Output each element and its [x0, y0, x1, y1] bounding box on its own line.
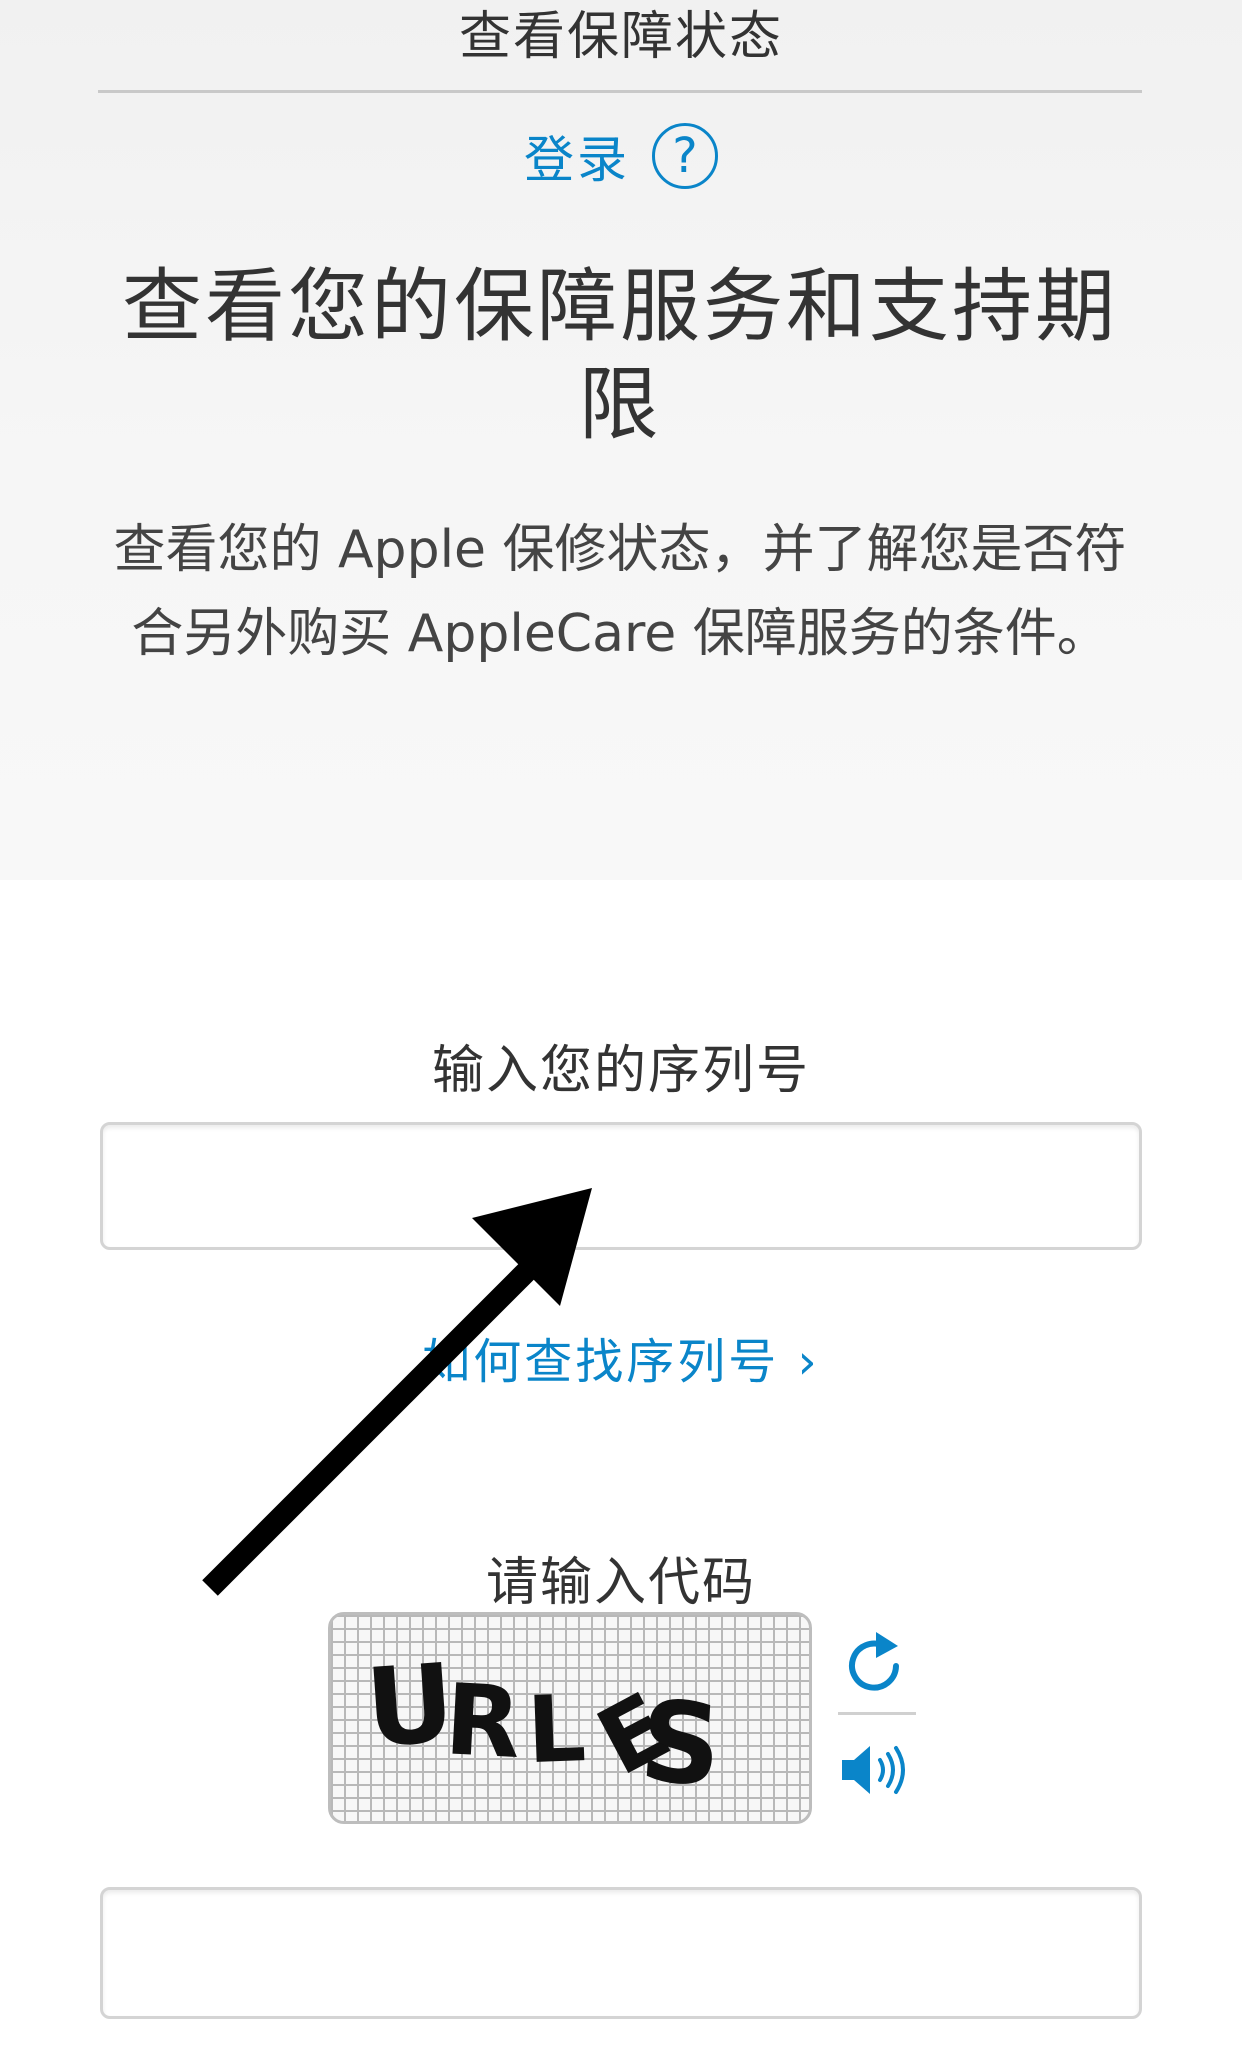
captcha-image: U R L E S — [328, 1612, 812, 1824]
speaker-icon[interactable] — [838, 1732, 914, 1808]
page-title: 查看保障状态 — [458, 7, 783, 67]
headline: 查看您的保障服务和支持期限 — [122, 260, 1118, 451]
login-link[interactable]: 登录 — [524, 120, 630, 192]
find-serial-link[interactable]: 如何查找序列号 › — [0, 1322, 1242, 1392]
login-row: 登录 ? — [0, 120, 1242, 192]
description: 查看您的 Apple 保修状态，并了解您是否符合另外购买 AppleCare 保… — [113, 520, 1127, 664]
captcha-tools-divider — [838, 1712, 916, 1715]
captcha-char: L — [525, 1675, 587, 1784]
serial-label: 输入您的序列号 — [431, 1041, 810, 1101]
captcha-glyphs: U R L E S — [362, 1641, 726, 1812]
refresh-icon[interactable] — [838, 1628, 914, 1704]
help-icon[interactable]: ? — [652, 123, 718, 189]
hero-section: 查看保障状态 登录 ? 查看您的保障服务和支持期限 查看您的 Apple 保修状… — [0, 0, 1242, 880]
captcha-char: S — [636, 1677, 726, 1812]
captcha-char: R — [442, 1663, 523, 1781]
captcha-input[interactable] — [100, 1887, 1142, 2019]
divider — [98, 90, 1142, 93]
captcha-label: 请输入代码 — [485, 1553, 756, 1613]
serial-number-input[interactable] — [100, 1122, 1142, 1250]
